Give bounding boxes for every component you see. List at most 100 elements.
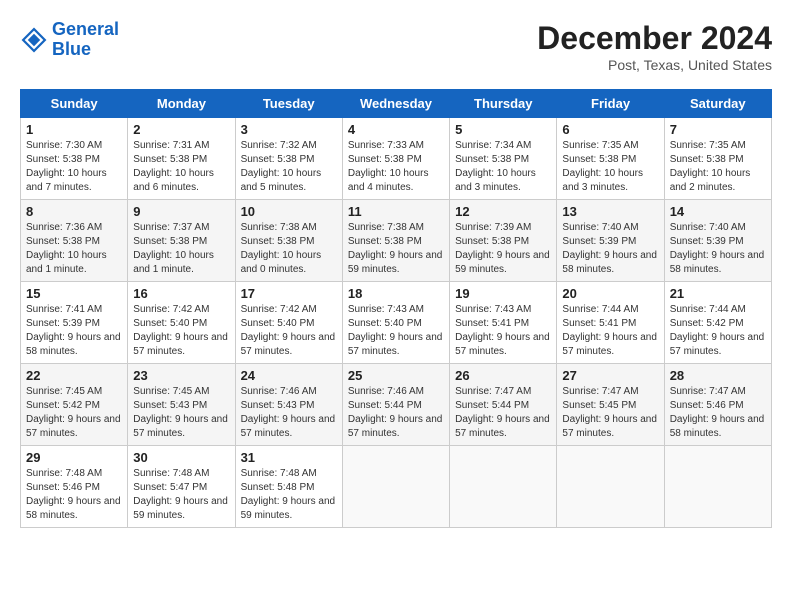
day-number: 19 bbox=[455, 286, 551, 301]
logo-line1: General bbox=[52, 19, 119, 39]
calendar-cell: 12Sunrise: 7:39 AMSunset: 5:38 PMDayligh… bbox=[450, 200, 557, 282]
day-info: Sunrise: 7:38 AMSunset: 5:38 PMDaylight:… bbox=[241, 221, 337, 277]
calendar-cell: 21 Sunrise: 7:44 AMSunset: 5:42 PMDayligh… bbox=[664, 282, 771, 364]
day-info: Sunrise: 7:47 AMSunset: 5:46 PMDaylight:… bbox=[670, 385, 766, 441]
day-info: Sunrise: 7:35 AMSunset: 5:38 PMDaylight:… bbox=[670, 139, 766, 195]
day-info: Sunrise: 7:45 AMSunset: 5:42 PMDaylight:… bbox=[26, 385, 122, 441]
day-number: 9 bbox=[133, 204, 229, 219]
day-info: Sunrise: 7:46 AMSunset: 5:44 PMDaylight:… bbox=[348, 385, 444, 441]
day-number: 11 bbox=[348, 204, 444, 219]
calendar-cell: 5Sunrise: 7:34 AMSunset: 5:38 PMDaylight… bbox=[450, 118, 557, 200]
calendar-cell: 2 Sunrise: 7:31 AMSunset: 5:38 PMDaylight… bbox=[128, 118, 235, 200]
day-info: Sunrise: 7:43 AMSunset: 5:40 PMDaylight:… bbox=[348, 303, 444, 359]
calendar-body: 1 Sunrise: 7:30 AMSunset: 5:38 PMDaylight… bbox=[21, 118, 772, 528]
calendar-cell: 20 Sunrise: 7:44 AMSunset: 5:41 PMDayligh… bbox=[557, 282, 664, 364]
calendar-week-5: 29 Sunrise: 7:48 AMSunset: 5:46 PMDayligh… bbox=[21, 446, 772, 528]
day-info: Sunrise: 7:34 AMSunset: 5:38 PMDaylight:… bbox=[455, 139, 551, 195]
day-info: Sunrise: 7:37 AMSunset: 5:38 PMDaylight:… bbox=[133, 221, 229, 277]
day-info: Sunrise: 7:45 AMSunset: 5:43 PMDaylight:… bbox=[133, 385, 229, 441]
calendar-table: SundayMondayTuesdayWednesdayThursdayFrid… bbox=[20, 89, 772, 528]
day-info: Sunrise: 7:30 AMSunset: 5:38 PMDaylight:… bbox=[26, 139, 122, 195]
day-number: 13 bbox=[562, 204, 658, 219]
day-number: 25 bbox=[348, 368, 444, 383]
month-title: December 2024 bbox=[537, 20, 772, 57]
calendar-cell: 26Sunrise: 7:47 AMSunset: 5:44 PMDayligh… bbox=[450, 364, 557, 446]
calendar-cell bbox=[664, 446, 771, 528]
calendar-cell: 13 Sunrise: 7:40 AMSunset: 5:39 PMDayligh… bbox=[557, 200, 664, 282]
calendar-week-2: 8 Sunrise: 7:36 AMSunset: 5:38 PMDaylight… bbox=[21, 200, 772, 282]
location: Post, Texas, United States bbox=[537, 57, 772, 73]
day-number: 10 bbox=[241, 204, 337, 219]
day-number: 17 bbox=[241, 286, 337, 301]
day-number: 1 bbox=[26, 122, 122, 137]
calendar-cell: 23Sunrise: 7:45 AMSunset: 5:43 PMDayligh… bbox=[128, 364, 235, 446]
day-info: Sunrise: 7:36 AMSunset: 5:38 PMDaylight:… bbox=[26, 221, 122, 277]
day-header-wednesday: Wednesday bbox=[342, 90, 449, 118]
calendar-cell: 27 Sunrise: 7:47 AMSunset: 5:45 PMDayligh… bbox=[557, 364, 664, 446]
day-number: 8 bbox=[26, 204, 122, 219]
calendar-cell: 29 Sunrise: 7:48 AMSunset: 5:46 PMDayligh… bbox=[21, 446, 128, 528]
calendar-cell: 1 Sunrise: 7:30 AMSunset: 5:38 PMDaylight… bbox=[21, 118, 128, 200]
day-info: Sunrise: 7:48 AMSunset: 5:46 PMDaylight:… bbox=[26, 467, 122, 523]
calendar-cell: 19Sunrise: 7:43 AMSunset: 5:41 PMDayligh… bbox=[450, 282, 557, 364]
day-number: 6 bbox=[562, 122, 658, 137]
day-info: Sunrise: 7:33 AMSunset: 5:38 PMDaylight:… bbox=[348, 139, 444, 195]
calendar-cell: 11 Sunrise: 7:38 AMSunset: 5:38 PMDayligh… bbox=[342, 200, 449, 282]
day-number: 26 bbox=[455, 368, 551, 383]
day-number: 3 bbox=[241, 122, 337, 137]
day-header-tuesday: Tuesday bbox=[235, 90, 342, 118]
calendar-cell: 14 Sunrise: 7:40 AMSunset: 5:39 PMDayligh… bbox=[664, 200, 771, 282]
day-header-sunday: Sunday bbox=[21, 90, 128, 118]
day-info: Sunrise: 7:40 AMSunset: 5:39 PMDaylight:… bbox=[562, 221, 658, 277]
calendar-week-1: 1 Sunrise: 7:30 AMSunset: 5:38 PMDaylight… bbox=[21, 118, 772, 200]
day-info: Sunrise: 7:40 AMSunset: 5:39 PMDaylight:… bbox=[670, 221, 766, 277]
calendar-cell: 18 Sunrise: 7:43 AMSunset: 5:40 PMDayligh… bbox=[342, 282, 449, 364]
day-info: Sunrise: 7:39 AMSunset: 5:38 PMDaylight:… bbox=[455, 221, 551, 277]
day-number: 20 bbox=[562, 286, 658, 301]
calendar-cell: 8 Sunrise: 7:36 AMSunset: 5:38 PMDaylight… bbox=[21, 200, 128, 282]
day-header-saturday: Saturday bbox=[664, 90, 771, 118]
calendar-cell: 9 Sunrise: 7:37 AMSunset: 5:38 PMDaylight… bbox=[128, 200, 235, 282]
calendar-header-row: SundayMondayTuesdayWednesdayThursdayFrid… bbox=[21, 90, 772, 118]
day-info: Sunrise: 7:44 AMSunset: 5:42 PMDaylight:… bbox=[670, 303, 766, 359]
calendar-week-3: 15Sunrise: 7:41 AMSunset: 5:39 PMDayligh… bbox=[21, 282, 772, 364]
day-info: Sunrise: 7:44 AMSunset: 5:41 PMDaylight:… bbox=[562, 303, 658, 359]
day-info: Sunrise: 7:47 AMSunset: 5:45 PMDaylight:… bbox=[562, 385, 658, 441]
calendar-cell bbox=[342, 446, 449, 528]
calendar-cell: 6 Sunrise: 7:35 AMSunset: 5:38 PMDaylight… bbox=[557, 118, 664, 200]
day-info: Sunrise: 7:31 AMSunset: 5:38 PMDaylight:… bbox=[133, 139, 229, 195]
day-number: 21 bbox=[670, 286, 766, 301]
day-number: 4 bbox=[348, 122, 444, 137]
day-info: Sunrise: 7:42 AMSunset: 5:40 PMDaylight:… bbox=[133, 303, 229, 359]
logo: General Blue bbox=[20, 20, 119, 60]
day-number: 31 bbox=[241, 450, 337, 465]
day-number: 7 bbox=[670, 122, 766, 137]
calendar-cell: 24Sunrise: 7:46 AMSunset: 5:43 PMDayligh… bbox=[235, 364, 342, 446]
calendar-cell: 22 Sunrise: 7:45 AMSunset: 5:42 PMDayligh… bbox=[21, 364, 128, 446]
day-header-monday: Monday bbox=[128, 90, 235, 118]
day-info: Sunrise: 7:35 AMSunset: 5:38 PMDaylight:… bbox=[562, 139, 658, 195]
day-number: 18 bbox=[348, 286, 444, 301]
page-header: General Blue December 2024 Post, Texas, … bbox=[20, 20, 772, 73]
day-info: Sunrise: 7:46 AMSunset: 5:43 PMDaylight:… bbox=[241, 385, 337, 441]
day-number: 28 bbox=[670, 368, 766, 383]
logo-line2: Blue bbox=[52, 39, 91, 59]
day-number: 2 bbox=[133, 122, 229, 137]
day-info: Sunrise: 7:48 AMSunset: 5:47 PMDaylight:… bbox=[133, 467, 229, 523]
calendar-cell: 4 Sunrise: 7:33 AMSunset: 5:38 PMDaylight… bbox=[342, 118, 449, 200]
day-header-friday: Friday bbox=[557, 90, 664, 118]
logo-text: General Blue bbox=[52, 20, 119, 60]
day-info: Sunrise: 7:42 AMSunset: 5:40 PMDaylight:… bbox=[241, 303, 337, 359]
day-number: 16 bbox=[133, 286, 229, 301]
calendar-cell bbox=[450, 446, 557, 528]
calendar-cell: 10 Sunrise: 7:38 AMSunset: 5:38 PMDayligh… bbox=[235, 200, 342, 282]
day-info: Sunrise: 7:38 AMSunset: 5:38 PMDaylight:… bbox=[348, 221, 444, 277]
day-number: 29 bbox=[26, 450, 122, 465]
day-number: 30 bbox=[133, 450, 229, 465]
day-number: 22 bbox=[26, 368, 122, 383]
day-number: 15 bbox=[26, 286, 122, 301]
calendar-cell: 28 Sunrise: 7:47 AMSunset: 5:46 PMDayligh… bbox=[664, 364, 771, 446]
day-number: 27 bbox=[562, 368, 658, 383]
day-number: 14 bbox=[670, 204, 766, 219]
day-info: Sunrise: 7:48 AMSunset: 5:48 PMDaylight:… bbox=[241, 467, 337, 523]
